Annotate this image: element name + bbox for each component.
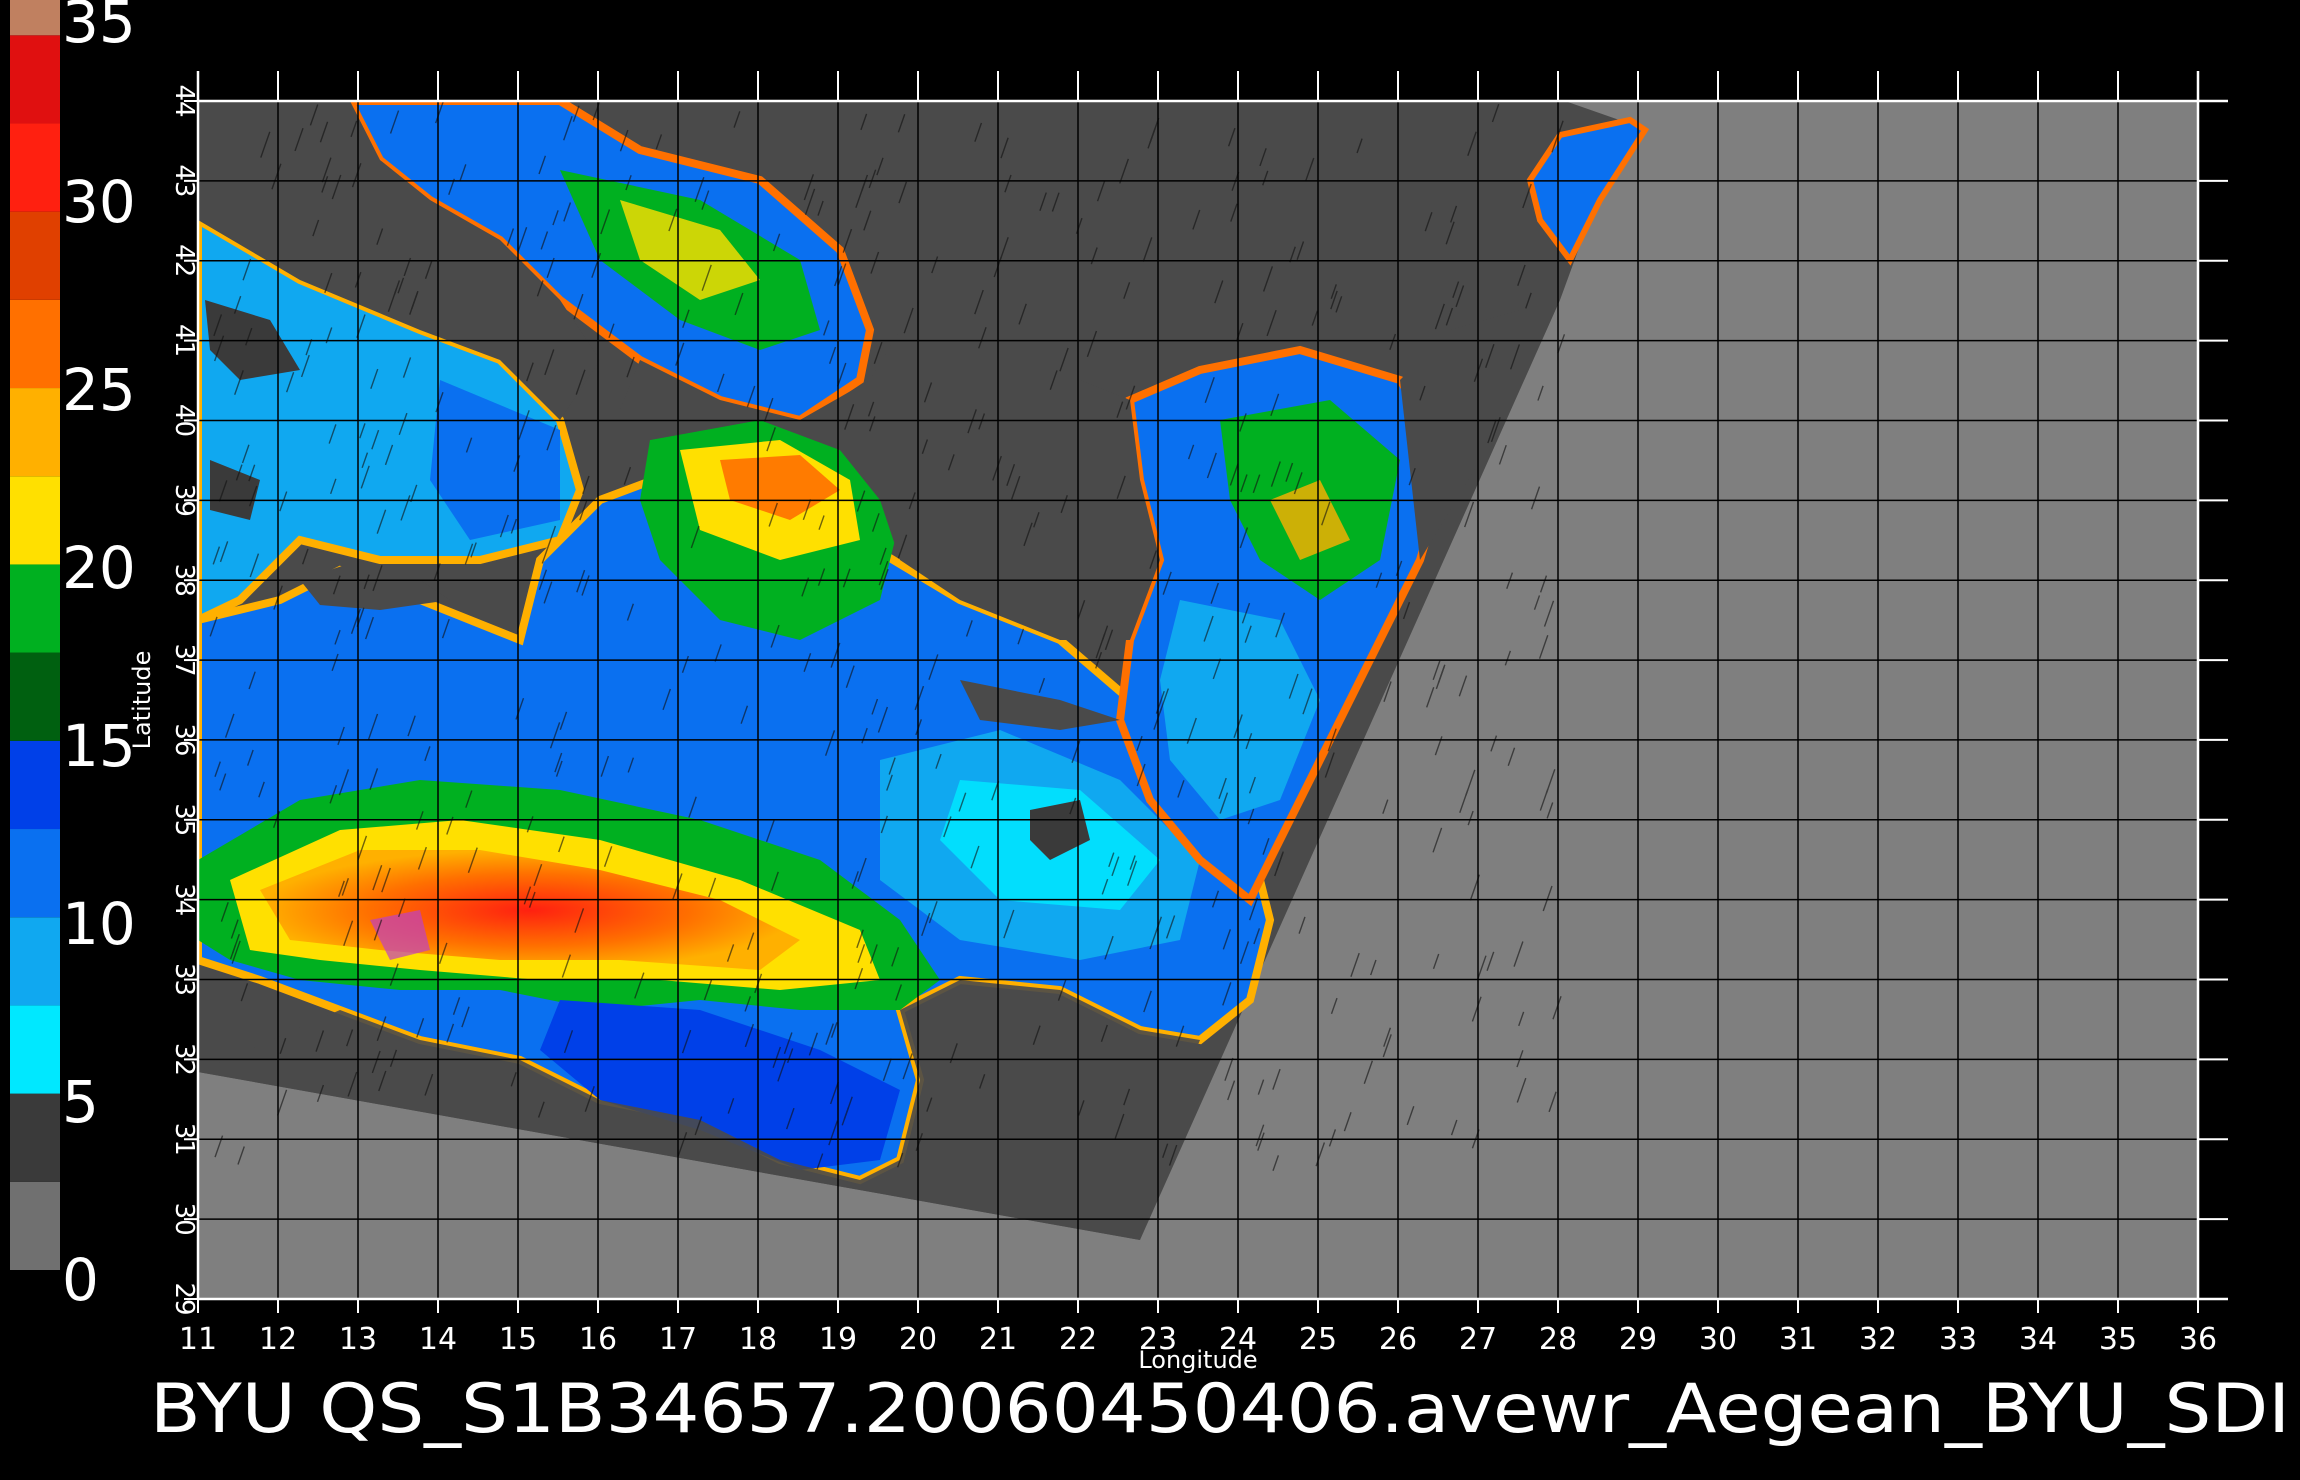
colorbar-segment: [10, 740, 60, 830]
colorbar-segment: [10, 1181, 60, 1270]
longitude-tick-label: 16: [579, 1322, 617, 1357]
latitude-tick-label: 29: [169, 1282, 199, 1315]
colorbar-label: 25: [62, 356, 136, 424]
longitude-tick-label: 29: [1619, 1322, 1657, 1357]
map-plot-area: [198, 101, 2198, 1299]
longitude-tick-label: 21: [979, 1322, 1017, 1357]
longitude-tick-label: 11: [179, 1322, 217, 1357]
colorbar-segment: [10, 564, 60, 653]
latitude-tick-label: 30: [169, 1203, 199, 1236]
latitude-tick-label: 42: [169, 244, 199, 277]
colorbar-segment: [10, 917, 60, 1006]
wind-speed-map-figure: 0 5 10 15 20 25 30 35 11 12 13 14 15 16 …: [10, 0, 2290, 1449]
colorbar-segment: [10, 476, 60, 565]
colorbar-segment: [10, 1093, 60, 1182]
colorbar-segment: [10, 123, 60, 212]
longitude-tick-label: 32: [1859, 1322, 1897, 1357]
longitude-tick-label: 14: [419, 1322, 457, 1357]
latitude-tick-label: 43: [169, 164, 199, 197]
longitude-tick-label: 20: [899, 1322, 937, 1357]
latitude-tick-label: 39: [169, 484, 199, 517]
colorbar-segment: [10, 1005, 60, 1094]
longitude-tick-label: 26: [1379, 1322, 1417, 1357]
longitude-tick-label: 17: [659, 1322, 697, 1357]
longitude-tick-label: 31: [1779, 1322, 1817, 1357]
longitude-tick-label: 15: [499, 1322, 537, 1357]
longitude-tick-label: 33: [1939, 1322, 1977, 1357]
colorbar-segment: [10, 0, 60, 36]
colorbar-labels: 0 5 10 15 20 25 30 35: [62, 0, 136, 1314]
latitude-tick-label: 36: [169, 723, 199, 756]
latitude-tick-label: 41: [169, 324, 199, 357]
longitude-tick-label: 27: [1459, 1322, 1497, 1357]
longitude-tick-label: 19: [819, 1322, 857, 1357]
latitude-tick-labels: 29 30 31 32 33 34 35 36 37 38 39 40 41 42 43 44: [169, 84, 199, 1315]
colorbar-segment: [10, 829, 60, 918]
colorbar-label: 10: [62, 890, 136, 958]
latitude-tick-label: 44: [169, 84, 199, 117]
colorbar-label: 15: [62, 712, 136, 780]
latitude-tick-label: 32: [169, 1043, 199, 1076]
latitude-tick-label: 35: [169, 803, 199, 836]
longitude-tick-label: 30: [1699, 1322, 1737, 1357]
latitude-tick-label: 34: [169, 883, 199, 916]
colorbar-label: 0: [62, 1246, 99, 1314]
longitude-tick-label: 18: [739, 1322, 777, 1357]
colorbar: [10, 0, 60, 1270]
colorbar-label: 5: [62, 1068, 99, 1136]
colorbar-segment: [10, 35, 60, 124]
colorbar-segment: [10, 388, 60, 477]
colorbar-segment: [10, 211, 60, 300]
longitude-tick-label: 22: [1059, 1322, 1097, 1357]
latitude-tick-label: 31: [169, 1123, 199, 1156]
longitude-tick-label: 34: [2019, 1322, 2057, 1357]
colorbar-label: 30: [62, 168, 136, 236]
longitude-tick-label: 25: [1299, 1322, 1337, 1357]
longitude-tick-label: 28: [1539, 1322, 1577, 1357]
latitude-tick-label: 38: [169, 564, 199, 597]
colorbar-label: 35: [62, 0, 136, 56]
longitude-tick-label: 12: [259, 1322, 297, 1357]
longitude-tick-label: 36: [2179, 1322, 2217, 1357]
longitude-tick-label: 35: [2099, 1322, 2137, 1357]
colorbar-label: 20: [62, 534, 136, 602]
y-axis-title: Latitude: [128, 651, 156, 750]
colorbar-segment: [10, 299, 60, 389]
colorbar-segment: [10, 652, 60, 741]
latitude-tick-label: 40: [169, 404, 199, 437]
figure-title: BYU QS_S1B34657.20060450406.avewr_Aegean…: [150, 1370, 2290, 1449]
latitude-tick-label: 37: [169, 644, 199, 677]
longitude-tick-label: 13: [339, 1322, 377, 1357]
latitude-tick-label: 33: [169, 963, 199, 996]
